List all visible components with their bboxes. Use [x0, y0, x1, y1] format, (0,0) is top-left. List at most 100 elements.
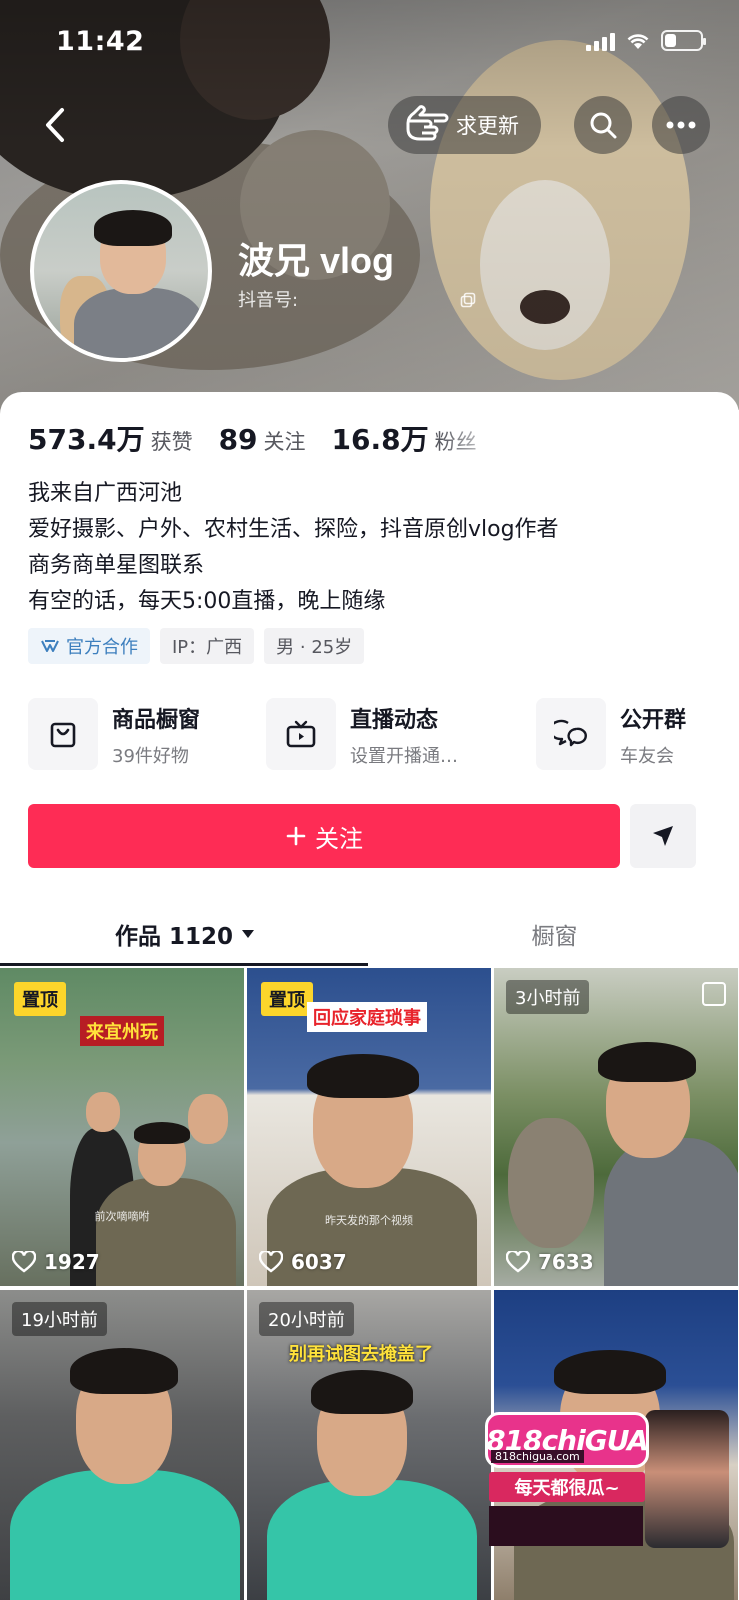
stat-likes-value: 573.4万: [28, 423, 145, 456]
profile-shortcuts: 商品橱窗 39件好物 直播动态 设置开播通… 公开群 车友会: [28, 698, 728, 772]
shortcut-title: 商品橱窗: [112, 708, 201, 733]
like-count: 7633: [506, 1250, 594, 1274]
tab-shop-window[interactable]: 橱窗: [370, 904, 739, 964]
like-count-value: 7633: [538, 1250, 594, 1274]
more-dots-icon: [666, 121, 696, 129]
pinned-badge: 置顶: [261, 982, 313, 1016]
bio-line: 我来自广西河池: [28, 481, 183, 506]
avatar-body: [74, 288, 204, 358]
follow-button[interactable]: 关注: [28, 804, 620, 868]
tv-icon: [266, 698, 336, 770]
pointing-hand-icon: [406, 105, 449, 141]
gender-age-tag: 男 · 25岁: [264, 628, 365, 664]
stats-obscured-overlay: [440, 410, 739, 458]
request-update-button[interactable]: 求更新: [388, 96, 541, 154]
shortcut-shop-window[interactable]: 商品橱窗 39件好物: [28, 698, 200, 770]
shortcut-title: 公开群: [620, 708, 687, 733]
video-caption: 来宜州玩: [80, 1016, 164, 1046]
stat-following-value: 89: [218, 423, 258, 456]
active-tab-indicator: [0, 963, 368, 966]
wifi-icon: [625, 31, 651, 51]
thumb-person: [96, 1178, 236, 1286]
pinned-badge: 置顶: [14, 982, 66, 1016]
chevron-left-icon: [46, 108, 64, 142]
nickname: 波兄 vlog: [238, 240, 395, 281]
search-button[interactable]: [574, 96, 632, 154]
heart-icon: [506, 1251, 530, 1273]
thumb-hair: [70, 1348, 178, 1394]
more-button[interactable]: [652, 96, 710, 154]
official-partner-icon: [41, 640, 59, 652]
video-caption: 回应家庭琐事: [307, 1002, 427, 1032]
stat-likes: 573.4万 获赞: [28, 418, 193, 458]
shortcut-title: 直播动态: [350, 708, 439, 733]
back-button[interactable]: [36, 100, 76, 150]
time-badge: 19小时前: [12, 1302, 107, 1336]
video-thumbnail[interactable]: 置顶 来宜州玩 前次嘀嘀咐 1927: [0, 968, 244, 1286]
follow-label: 关注: [315, 824, 363, 853]
stat-following-label: 关注: [263, 430, 306, 454]
thumb-person: [604, 1138, 738, 1286]
like-count-value: 1927: [44, 1250, 100, 1274]
heart-icon: [12, 1251, 36, 1273]
official-partner-tag[interactable]: 官方合作: [28, 628, 150, 664]
stat-following[interactable]: 89 关注: [219, 423, 306, 456]
shortcut-live-updates[interactable]: 直播动态 设置开播通…: [266, 698, 458, 770]
status-time: 11:42: [56, 26, 145, 57]
content-tabs: 作品 1120 橱窗: [0, 904, 739, 966]
shortcut-public-group[interactable]: 公开群 车友会: [536, 698, 686, 770]
like-count: 6037: [259, 1250, 347, 1274]
video-subtitle: 昨天发的那个视频: [325, 1214, 413, 1227]
avatar[interactable]: [30, 180, 212, 362]
thumb-face: [86, 1092, 120, 1132]
heart-icon: [259, 1251, 283, 1273]
douyin-id-label: 抖音号:: [238, 290, 299, 311]
ip-location-tag: IP：广西: [160, 628, 255, 664]
thumb-cat: [508, 1118, 594, 1248]
recommend-friends-button[interactable]: [630, 804, 696, 868]
thumb-person: [267, 1480, 477, 1600]
like-count-value: 6037: [291, 1250, 347, 1274]
bio-line: 商务商单星图联系: [28, 553, 205, 578]
request-update-label: 求更新: [456, 114, 519, 138]
battery-icon: [661, 30, 706, 51]
thumb-hair: [134, 1122, 190, 1144]
tab-shop-label: 橱窗: [531, 924, 578, 950]
profile-stats: 573.4万获赞 89关注 16.8万粉丝: [28, 418, 477, 458]
profile-tags: 官方合作 IP：广西 男 · 25岁: [28, 628, 365, 664]
select-checkbox[interactable]: [702, 982, 726, 1006]
bio-line: 有空的话，每天5:00直播，晚上随缘: [28, 589, 386, 614]
video-subtitle: 前次嘀嘀咐: [94, 1210, 150, 1223]
time-badge: 3小时前: [506, 980, 590, 1014]
stat-likes-label: 获赞: [150, 430, 193, 454]
video-thumbnail[interactable]: 3小时前 7633: [494, 968, 738, 1286]
plus-icon: [286, 826, 306, 846]
shopping-bag-icon: [28, 698, 98, 770]
action-row: 关注: [28, 804, 712, 868]
shortcut-subtitle: 车友会: [620, 746, 674, 767]
like-count: 1927: [12, 1250, 100, 1274]
shortcut-subtitle: 39件好物: [112, 746, 189, 767]
video-thumbnail[interactable]: 置顶 回应家庭琐事 昨天发的那个视频 6037: [247, 968, 491, 1286]
tab-works[interactable]: 作品 1120: [0, 904, 370, 964]
video-thumbnail[interactable]: 20小时前 别再试图去掩盖了: [247, 1290, 491, 1600]
time-badge: 20小时前: [259, 1302, 354, 1336]
thumb-face: [188, 1094, 228, 1144]
profile-bio: 我来自广西河池 爱好摄影、户外、农村生活、探险，抖音原创vlog作者 商务商单星…: [28, 476, 559, 620]
bio-line: 爱好摄影、户外、农村生活、探险，抖音原创vlog作者: [28, 517, 559, 542]
copy-icon[interactable]: [460, 292, 476, 308]
video-thumbnail[interactable]: 19小时前: [0, 1290, 244, 1600]
stat-followers-value: 16.8万: [331, 423, 429, 456]
thumb-hair: [598, 1042, 696, 1082]
search-icon: [590, 112, 617, 139]
video-caption: 别再试图去掩盖了: [289, 1344, 433, 1365]
avatar-hair: [94, 210, 172, 246]
thumb-hair: [307, 1054, 419, 1098]
caret-down-icon: [242, 930, 255, 938]
douyin-id: 抖音号:: [238, 286, 476, 312]
send-arrow-icon: [653, 826, 673, 846]
chat-bubbles-icon: [536, 698, 606, 770]
official-partner-label: 官方合作: [66, 637, 138, 658]
watermark-slogan: 每天都很瓜~: [489, 1472, 645, 1502]
shortcut-subtitle: 设置开播通…: [350, 746, 458, 767]
